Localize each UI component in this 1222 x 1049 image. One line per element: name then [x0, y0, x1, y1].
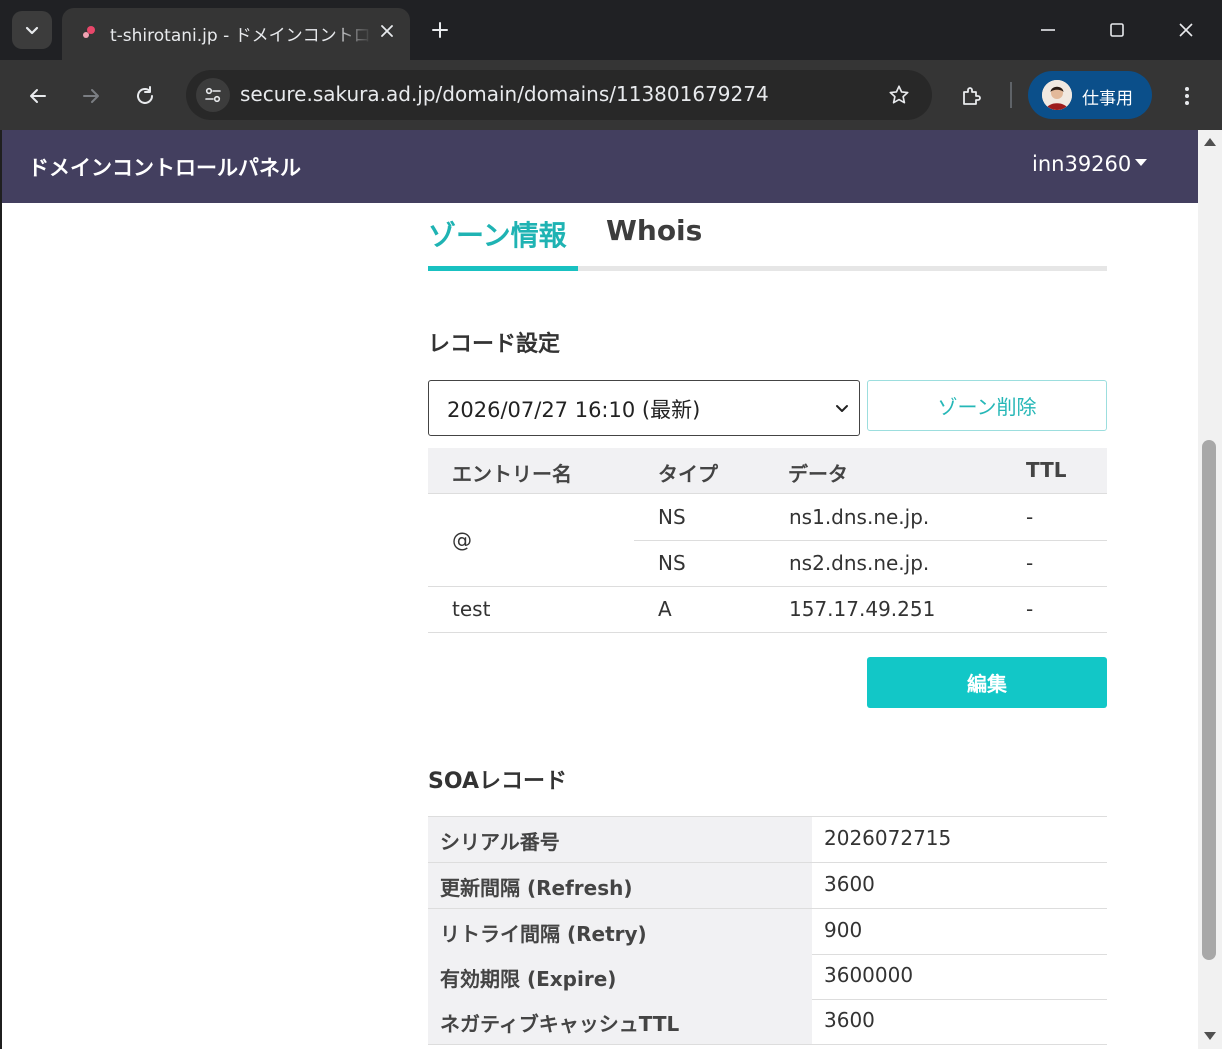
tab-close-button[interactable]	[374, 18, 400, 44]
row-divider	[634, 540, 1107, 541]
close-icon	[381, 25, 393, 37]
tab-search-button[interactable]	[12, 11, 52, 49]
toolbar-divider	[1010, 82, 1012, 108]
soa-label: シリアル番号	[440, 830, 560, 854]
record-data: ns2.dns.ne.jp.	[789, 551, 930, 575]
soa-section-title: SOAレコード	[428, 769, 567, 794]
row-divider	[428, 632, 1107, 633]
user-menu[interactable]: inn39260	[1032, 152, 1148, 176]
app-title[interactable]: ドメインコントロールパネル	[28, 152, 301, 182]
browser-menu-button[interactable]	[1170, 78, 1204, 114]
profile-label: 仕事用	[1082, 89, 1133, 109]
arrow-right-icon	[83, 89, 99, 103]
site-info-button[interactable]	[196, 78, 230, 112]
profile-photo-icon	[1042, 80, 1072, 110]
record-type: NS	[658, 551, 686, 575]
column-header-entry: エントリー名	[452, 462, 572, 486]
extensions-button[interactable]	[954, 78, 990, 114]
forward-button[interactable]	[73, 78, 109, 114]
soa-table: シリアル番号 2026072715 更新間隔 (Refresh) 3600 リト…	[428, 816, 1107, 1045]
chevron-down-icon	[25, 26, 39, 35]
soa-row-expire: 有効期限 (Expire) 3600000	[428, 954, 1107, 1000]
soa-label: 有効期限 (Expire)	[440, 967, 617, 991]
minimize-button[interactable]	[1030, 12, 1066, 48]
tab-active-indicator	[428, 266, 578, 271]
soa-label: 更新間隔 (Refresh)	[440, 876, 633, 900]
maximize-button[interactable]	[1099, 12, 1135, 48]
new-tab-button[interactable]	[424, 14, 456, 46]
puzzle-icon	[963, 87, 981, 105]
soa-label: リトライ間隔 (Retry)	[440, 922, 647, 946]
record-type: A	[658, 597, 672, 621]
chevron-down-icon	[831, 397, 853, 419]
tune-icon	[205, 87, 221, 103]
window-close-button[interactable]	[1168, 12, 1204, 48]
soa-row-refresh: 更新間隔 (Refresh) 3600	[428, 863, 1107, 909]
soa-value: 3600	[824, 1008, 875, 1032]
record-ttl: -	[1026, 551, 1034, 575]
tab-title-fade	[332, 16, 372, 46]
record-entry: test	[452, 597, 491, 621]
zone-version-value: 2026/07/27 16:10 (最新)	[447, 398, 701, 422]
edit-records-button[interactable]: 編集	[867, 657, 1107, 708]
record-entry: @	[452, 528, 472, 552]
page-scrollbar[interactable]	[1198, 130, 1222, 1049]
column-header-ttl: TTL	[1026, 458, 1067, 482]
soa-label: ネガティブキャッシュTTL	[440, 1012, 680, 1036]
close-icon	[1179, 23, 1193, 37]
star-icon	[889, 85, 909, 104]
record-section-title: レコード設定	[428, 332, 561, 357]
tab-whois[interactable]: Whois	[606, 214, 702, 247]
scroll-down-arrow-icon[interactable]	[1204, 1032, 1216, 1040]
profile-button[interactable]: 仕事用	[1028, 71, 1152, 119]
arrow-left-icon	[30, 89, 46, 103]
tab-title: t-shirotani.jp - ドメインコントロールパネル	[110, 26, 370, 46]
sakura-favicon-icon	[83, 26, 95, 38]
url-text[interactable]: secure.sakura.ad.jp/domain/domains/11380…	[240, 82, 769, 106]
soa-value: 900	[824, 918, 863, 942]
tab-zone-info[interactable]: ゾーン情報	[428, 214, 578, 271]
record-table-header: エントリー名 タイプ データ TTL	[428, 448, 1107, 494]
record-ttl: -	[1026, 505, 1034, 529]
record-ttl: -	[1026, 597, 1034, 621]
plus-icon	[432, 22, 448, 38]
more-vert-icon	[1185, 87, 1189, 105]
scrollbar-thumb[interactable]	[1202, 440, 1216, 960]
row-divider	[428, 586, 1107, 587]
soa-row-retry: リトライ間隔 (Retry) 900	[428, 909, 1107, 955]
record-data: 157.17.49.251	[789, 597, 936, 621]
column-header-type: タイプ	[658, 462, 718, 486]
tab-zone-label: ゾーン情報	[428, 219, 567, 252]
reload-button[interactable]	[127, 78, 163, 114]
delete-zone-button[interactable]: ゾーン削除	[867, 380, 1107, 431]
app-header: ドメインコントロールパネル inn39260	[2, 130, 1198, 203]
record-data: ns1.dns.ne.jp.	[789, 505, 930, 529]
avatar	[1042, 80, 1072, 110]
tab-strip: t-shirotani.jp - ドメインコントロールパネル	[0, 0, 1222, 60]
page-viewport: ドメインコントロールパネル inn39260 ゾーン情報 Whois レコード設…	[2, 130, 1198, 1049]
soa-value: 3600000	[824, 963, 914, 987]
caret-down-icon	[1135, 158, 1148, 166]
browser-tab-active[interactable]: t-shirotani.jp - ドメインコントロールパネル	[62, 8, 410, 60]
record-type: NS	[658, 505, 686, 529]
bookmark-button[interactable]	[882, 78, 916, 112]
reload-icon	[137, 86, 153, 104]
maximize-icon	[1110, 23, 1124, 37]
soa-row-serial: シリアル番号 2026072715	[428, 817, 1107, 863]
address-bar[interactable]: secure.sakura.ad.jp/domain/domains/11380…	[186, 70, 932, 120]
back-button[interactable]	[20, 78, 56, 114]
minimize-icon	[1041, 29, 1055, 31]
zone-version-select[interactable]: 2026/07/27 16:10 (最新)	[428, 380, 860, 436]
column-header-data: データ	[788, 462, 848, 486]
scroll-up-arrow-icon[interactable]	[1204, 138, 1216, 146]
user-name: inn39260	[1032, 152, 1132, 176]
soa-row-negative-ttl: ネガティブキャッシュTTL 3600	[428, 999, 1107, 1045]
zone-tabs: ゾーン情報 Whois	[428, 210, 1108, 272]
soa-value: 2026072715	[824, 826, 952, 850]
soa-value: 3600	[824, 872, 875, 896]
